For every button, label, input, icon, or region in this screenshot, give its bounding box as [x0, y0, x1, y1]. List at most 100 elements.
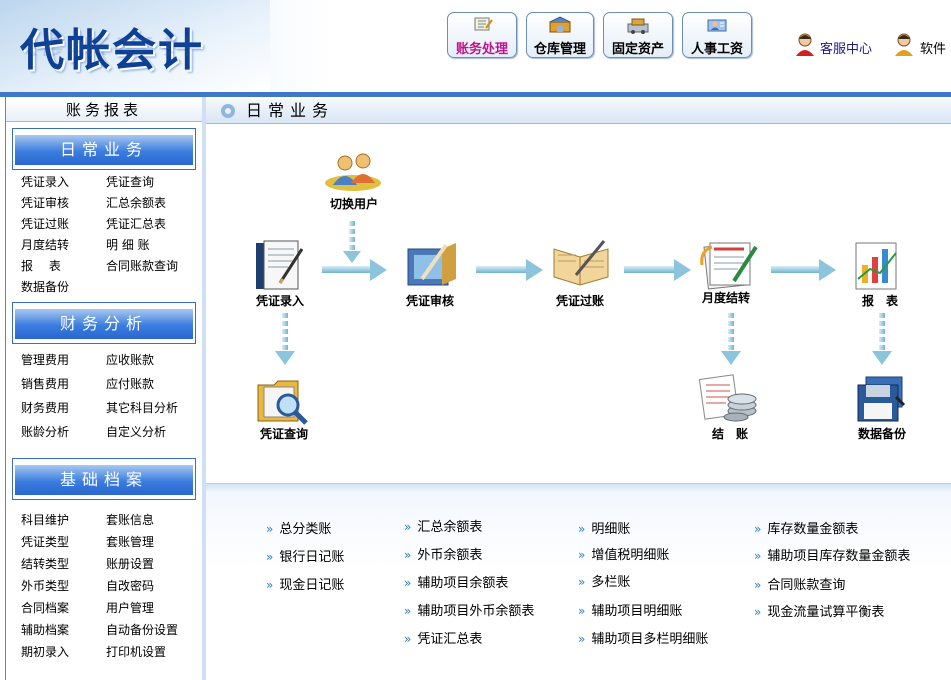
- app-header: 代帐会计 代帐会计 账务处理 仓库管理 固定资产 人事工资 客服中心 软件: [0, 0, 951, 92]
- menu-printer-settings[interactable]: 打印机设置: [106, 645, 166, 659]
- software-user-icon: [895, 33, 913, 56]
- menu-subject-maintenance[interactable]: 科目维护: [21, 513, 69, 527]
- assets-icon: [627, 18, 649, 34]
- gear-icon: [221, 104, 235, 118]
- customer-service-link[interactable]: 客服中心: [820, 38, 872, 57]
- close-books-icon[interactable]: [696, 371, 760, 425]
- warehouse-icon: [549, 16, 571, 33]
- menu-ledger-settings[interactable]: 账册设置: [106, 557, 154, 571]
- chevron-right-icon: »: [754, 578, 762, 592]
- menu-receivables[interactable]: 应收账款: [106, 353, 154, 367]
- voucher-query-icon[interactable]: [254, 375, 312, 427]
- voucher-posting-label[interactable]: 凭证过账: [548, 292, 612, 309]
- chevron-right-icon: »: [578, 522, 586, 536]
- menu-balance-summary[interactable]: 汇总余额表: [106, 196, 166, 210]
- menu-account-set-manage[interactable]: 套账管理: [106, 535, 154, 549]
- menu-payables[interactable]: 应付账款: [106, 377, 154, 391]
- nav-ledger-button[interactable]: 账务处理: [447, 12, 517, 58]
- section-financial-analysis[interactable]: 财务分析: [12, 302, 196, 344]
- menu-voucher-audit[interactable]: 凭证审核: [21, 196, 69, 210]
- nav-warehouse-button[interactable]: 仓库管理: [526, 12, 594, 58]
- chevron-right-icon: »: [578, 548, 586, 562]
- menu-account-set-info[interactable]: 套账信息: [106, 513, 154, 527]
- menu-opening-entry[interactable]: 期初录入: [21, 645, 69, 659]
- link-text: 汇总余额表: [417, 520, 483, 535]
- menu-custom-analysis[interactable]: 自定义分析: [106, 425, 166, 439]
- backup-floppy-icon[interactable]: [852, 375, 910, 423]
- link-text: 凭证汇总表: [417, 632, 483, 647]
- menu-auxiliary-archive[interactable]: 辅助档案: [21, 623, 69, 637]
- menu-sales-expense[interactable]: 销售费用: [21, 377, 69, 391]
- link-multi-column[interactable]: » 多栏账: [578, 571, 630, 590]
- voucher-posting-icon[interactable]: [550, 237, 612, 293]
- main-panel: 日常业务 切换用户 凭证录入 凭证审核 凭证过账 月度结转 报 表 凭证查询 结…: [205, 97, 951, 680]
- voucher-entry-label[interactable]: 凭证录入: [248, 292, 312, 309]
- section-divider: [206, 483, 951, 492]
- report-icon[interactable]: [850, 239, 910, 293]
- month-end-label[interactable]: 月度结转: [694, 289, 758, 306]
- menu-voucher-query[interactable]: 凭证查询: [106, 175, 154, 189]
- arrow-entry-to-query: [275, 313, 295, 365]
- link-aux-multi-detail[interactable]: » 辅助项目多栏明细账: [578, 628, 708, 647]
- menu-voucher-summary[interactable]: 凭证汇总表: [106, 217, 166, 231]
- menu-currency-type[interactable]: 外币类型: [21, 579, 69, 593]
- link-aux-detail[interactable]: » 辅助项目明细账: [578, 600, 682, 619]
- menu-user-management[interactable]: 用户管理: [106, 601, 154, 615]
- menu-voucher-posting[interactable]: 凭证过账: [21, 217, 69, 231]
- menu-contract-query[interactable]: 合同账款查询: [106, 259, 178, 273]
- report-label[interactable]: 报 表: [848, 292, 912, 309]
- voucher-audit-icon[interactable]: [402, 239, 462, 293]
- link-vat-detail[interactable]: » 增值税明细账: [578, 544, 669, 563]
- link-inventory-amount[interactable]: » 库存数量金额表: [754, 518, 858, 537]
- section-basic-archives[interactable]: 基础档案: [12, 458, 196, 500]
- menu-detail-ledger[interactable]: 明 细 账: [106, 238, 150, 252]
- link-aux-foreign-balance[interactable]: » 辅助项目外币余额表: [404, 600, 534, 619]
- menu-other-analysis[interactable]: 其它科目分析: [106, 401, 178, 415]
- voucher-audit-label[interactable]: 凭证审核: [398, 292, 462, 309]
- menu-voucher-type[interactable]: 凭证类型: [21, 535, 69, 549]
- menu-data-backup[interactable]: 数据备份: [21, 280, 69, 294]
- voucher-query-label[interactable]: 凭证查询: [252, 425, 316, 442]
- link-cash-journal[interactable]: » 现金日记账: [266, 574, 344, 593]
- menu-voucher-entry[interactable]: 凭证录入: [21, 175, 69, 189]
- software-link[interactable]: 软件: [920, 38, 946, 57]
- link-text: 银行日记账: [279, 550, 345, 565]
- menu-finance-expense[interactable]: 财务费用: [21, 401, 69, 415]
- menu-reports[interactable]: 报 表: [21, 259, 61, 273]
- nav-assets-button[interactable]: 固定资产: [603, 12, 673, 58]
- app-logo-reflection: 代帐会计: [20, 34, 204, 58]
- link-general-ledger[interactable]: » 总分类账: [266, 518, 331, 537]
- link-text: 辅助项目多栏明细账: [591, 632, 709, 647]
- menu-change-password[interactable]: 自改密码: [106, 579, 154, 593]
- link-balance-summary[interactable]: » 汇总余额表: [404, 516, 482, 535]
- menu-contract-archive[interactable]: 合同档案: [21, 601, 69, 615]
- link-detail-ledger[interactable]: » 明细账: [578, 518, 630, 537]
- workflow-diagram: 切换用户 凭证录入 凭证审核 凭证过账 月度结转 报 表 凭证查询 结 账 数据…: [206, 125, 951, 483]
- month-end-icon[interactable]: [698, 237, 762, 293]
- menu-admin-expense[interactable]: 管理费用: [21, 353, 69, 367]
- link-foreign-balance[interactable]: » 外币余额表: [404, 544, 482, 563]
- nav-personnel-button[interactable]: 人事工资: [682, 12, 752, 58]
- menu-aging-analysis[interactable]: 账龄分析: [21, 425, 69, 439]
- link-voucher-summary[interactable]: » 凭证汇总表: [404, 628, 482, 647]
- voucher-entry-icon[interactable]: [250, 239, 310, 293]
- menu-auto-backup[interactable]: 自动备份设置: [106, 623, 178, 637]
- section-daily-business[interactable]: 日常业务: [12, 128, 196, 170]
- link-cashflow-trial[interactable]: » 现金流量试算平衡表: [754, 601, 884, 620]
- link-text: 合同账款查询: [767, 578, 846, 593]
- arrow-monthend-to-report: [771, 259, 836, 281]
- menu-month-end[interactable]: 月度结转: [21, 238, 69, 252]
- link-contract-query[interactable]: » 合同账款查询: [754, 574, 845, 593]
- ledger-icon: [474, 17, 493, 31]
- chevron-right-icon: »: [404, 520, 412, 534]
- link-aux-inventory[interactable]: » 辅助项目库存数量金额表: [754, 545, 910, 564]
- link-aux-balance[interactable]: » 辅助项目余额表: [404, 572, 508, 591]
- link-bank-journal[interactable]: » 银行日记账: [266, 546, 344, 565]
- logo-area: 代帐会计 代帐会计: [0, 0, 270, 92]
- switch-user-label[interactable]: 切换用户: [322, 195, 386, 212]
- data-backup-label[interactable]: 数据备份: [850, 425, 914, 442]
- menu-carryover-type[interactable]: 结转类型: [21, 557, 69, 571]
- switch-user-icon[interactable]: [323, 149, 383, 191]
- close-books-label[interactable]: 结 账: [698, 425, 762, 442]
- chevron-right-icon: »: [578, 604, 586, 618]
